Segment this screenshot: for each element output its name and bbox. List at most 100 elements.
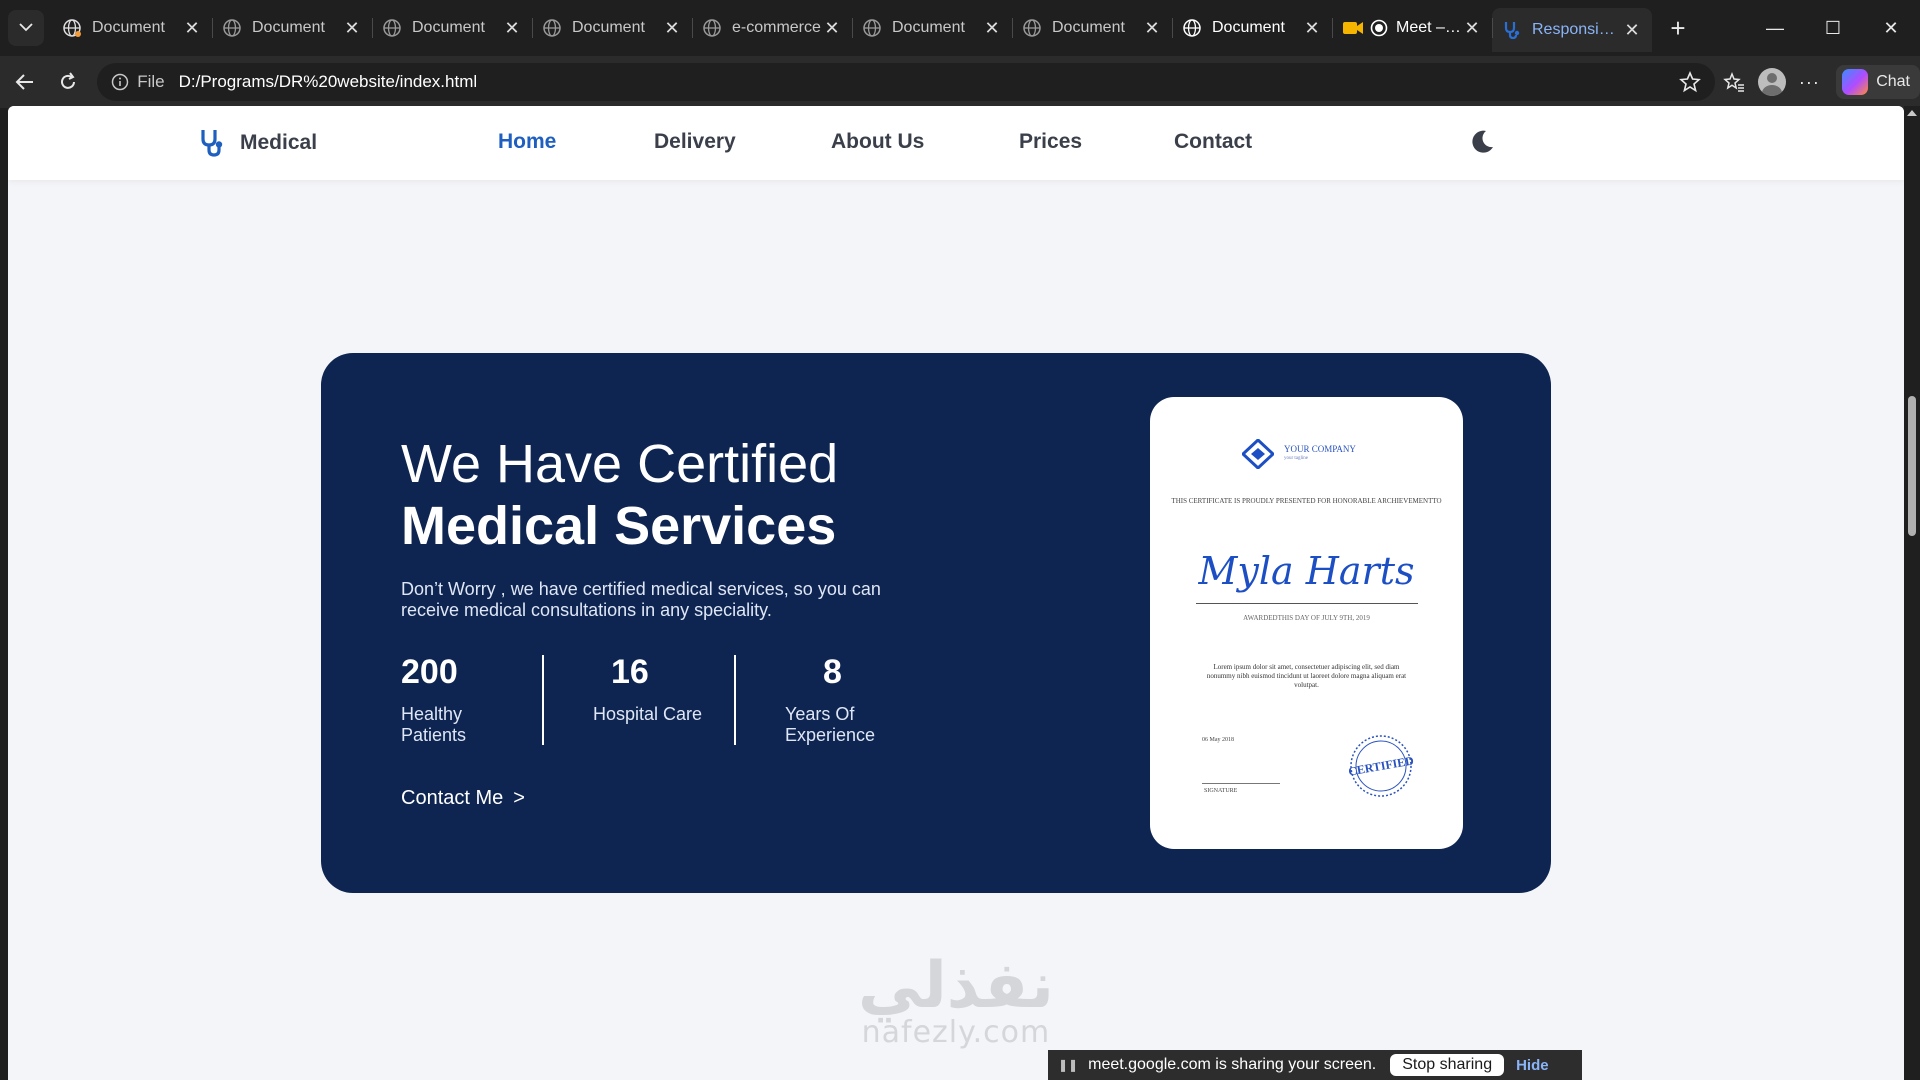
refresh-icon bbox=[61, 72, 76, 89]
close-icon[interactable]: ✕ bbox=[1302, 18, 1322, 39]
more-icon: ··· bbox=[1798, 71, 1820, 92]
signature-label: SIGNATURE bbox=[1204, 788, 1238, 794]
address-bar[interactable]: File D:/Programs/DR%20website/index.html bbox=[97, 63, 1716, 101]
scrollbar-thumb[interactable] bbox=[1908, 396, 1916, 536]
stat-label: Healthy Patients bbox=[401, 704, 467, 745]
url-text[interactable]: D:/Programs/DR%20website/index.html bbox=[179, 72, 478, 92]
tab-title: Responsive m bbox=[1532, 21, 1622, 38]
globe-icon bbox=[63, 19, 81, 37]
nav-prices[interactable]: Prices bbox=[1019, 130, 1082, 154]
share-message: meet.google.com is sharing your screen. bbox=[1088, 1056, 1377, 1073]
browser-tab-active[interactable]: Responsive m ✕ bbox=[1492, 8, 1652, 52]
browser-tab[interactable]: Document ✕ bbox=[532, 8, 692, 48]
company-logo-icon bbox=[1242, 439, 1274, 469]
tab-title: Meet – th bbox=[1396, 19, 1462, 36]
close-icon[interactable]: ✕ bbox=[182, 18, 202, 39]
page-viewport: Medical Home Delivery About Us Prices Co… bbox=[8, 106, 1904, 1080]
nav-delivery[interactable]: Delivery bbox=[654, 130, 736, 154]
chat-label: Chat bbox=[1876, 73, 1910, 90]
tab-list: Document ✕ Document ✕ Document ✕ Documen… bbox=[52, 6, 1652, 52]
globe-icon bbox=[223, 19, 241, 37]
hide-button[interactable]: Hide bbox=[1516, 1057, 1549, 1074]
browser-tab[interactable]: Document ✕ bbox=[372, 8, 532, 48]
screen-share-bar: ❚❚ meet.google.com is sharing your scree… bbox=[1048, 1050, 1582, 1080]
nav-about-us[interactable]: About Us bbox=[831, 130, 924, 154]
stop-sharing-button[interactable]: Stop sharing bbox=[1390, 1054, 1505, 1076]
camera-icon bbox=[1343, 22, 1363, 34]
close-icon[interactable]: ✕ bbox=[662, 18, 682, 39]
browser-tab-meet[interactable]: Meet – th ✕ bbox=[1332, 8, 1492, 48]
page-scrollbar[interactable] bbox=[1904, 106, 1920, 1080]
recording-icon bbox=[1370, 19, 1388, 37]
browser-tab[interactable]: e-commerce ✕ bbox=[692, 8, 852, 48]
stat-patients: 200 Healthy Patients bbox=[401, 653, 541, 746]
stat-label: Hospital Care bbox=[593, 704, 703, 724]
stat-label: Years Of Experience bbox=[785, 704, 876, 745]
site-logo[interactable]: Medical bbox=[198, 128, 317, 158]
new-tab-button[interactable]: + bbox=[1660, 13, 1696, 44]
globe-icon bbox=[1023, 19, 1041, 37]
certificate-company-logo: YOUR COMPANY your tagline bbox=[1242, 439, 1356, 469]
tab-title: Document bbox=[1212, 19, 1285, 36]
certificate-presented-text: THIS CERTIFICATE IS PROUDLY PRESENTED FO… bbox=[1171, 497, 1442, 505]
tab-title: e-commerce bbox=[732, 19, 821, 36]
browser-tab[interactable]: Document ✕ bbox=[1172, 8, 1332, 48]
close-icon[interactable]: ✕ bbox=[982, 18, 1002, 39]
minimize-icon[interactable]: — bbox=[1746, 18, 1804, 39]
certificate-company: YOUR COMPANY your tagline bbox=[1284, 444, 1356, 461]
close-icon[interactable]: ✕ bbox=[822, 18, 842, 39]
more-button[interactable]: ··· bbox=[1791, 62, 1829, 102]
watermark-latin: nafezly.com bbox=[861, 1015, 1051, 1050]
browser-tab[interactable]: Document ✕ bbox=[852, 8, 1012, 48]
favorites-button[interactable] bbox=[1715, 62, 1753, 102]
stat-divider bbox=[542, 655, 544, 745]
nav-home[interactable]: Home bbox=[498, 130, 556, 154]
globe-icon bbox=[703, 19, 721, 37]
maximize-icon[interactable]: ☐ bbox=[1804, 18, 1862, 39]
stat-hospital-care: 16 Hospital Care bbox=[593, 653, 733, 725]
hero-description: Don’t Worry , we have certified medical … bbox=[401, 579, 881, 620]
browser-toolbar: File D:/Programs/DR%20website/index.html… bbox=[0, 56, 1920, 108]
window-close-icon[interactable]: ✕ bbox=[1862, 18, 1920, 39]
chevron-right-icon: > bbox=[513, 787, 525, 809]
certificate-recipient-name: Myla Harts bbox=[1198, 549, 1415, 593]
tab-title: Document bbox=[252, 19, 325, 36]
scroll-up-icon[interactable] bbox=[1907, 110, 1917, 116]
profile-button[interactable] bbox=[1753, 62, 1791, 102]
stat-value: 16 bbox=[611, 653, 649, 691]
logo-text: Medical bbox=[240, 131, 318, 154]
tab-title: Document bbox=[1052, 19, 1125, 36]
browser-tab[interactable]: Document ✕ bbox=[52, 8, 212, 48]
info-icon[interactable] bbox=[111, 73, 129, 91]
nav-contact[interactable]: Contact bbox=[1174, 130, 1252, 154]
browser-tab[interactable]: Document ✕ bbox=[212, 8, 372, 48]
close-icon[interactable]: ✕ bbox=[1462, 18, 1482, 39]
browser-tab-strip: Document ✕ Document ✕ Document ✕ Documen… bbox=[0, 0, 1920, 56]
certified-services-card: We Have Certified Medical Services Don’t… bbox=[321, 353, 1551, 893]
watermark-arabic: نفذلي bbox=[858, 949, 1054, 1023]
browser-tab[interactable]: Document ✕ bbox=[1012, 8, 1172, 48]
stethoscope-icon bbox=[1504, 22, 1520, 40]
close-icon[interactable]: ✕ bbox=[502, 18, 522, 39]
close-icon[interactable]: ✕ bbox=[342, 18, 362, 39]
stat-divider bbox=[734, 655, 736, 745]
tab-actions-button[interactable] bbox=[8, 10, 44, 46]
back-button[interactable] bbox=[6, 62, 44, 102]
drag-handle-icon[interactable]: ❚❚ bbox=[1058, 1058, 1078, 1072]
nafezly-watermark: نفذلي nafezly.com bbox=[858, 951, 1054, 1050]
close-icon[interactable]: ✕ bbox=[1622, 20, 1642, 41]
certificate-date: 06 May 2018 bbox=[1202, 737, 1234, 743]
stethoscope-icon bbox=[201, 130, 223, 157]
reload-button[interactable] bbox=[50, 62, 88, 102]
window-controls: — ☐ ✕ bbox=[1746, 0, 1920, 56]
certified-stamp-icon: CERTIFIED bbox=[1348, 735, 1414, 797]
star-icon[interactable] bbox=[1679, 71, 1702, 93]
copilot-icon bbox=[1842, 69, 1869, 95]
contact-me-link[interactable]: Contact Me > bbox=[401, 787, 525, 810]
favorites-icon bbox=[1723, 71, 1745, 92]
globe-icon bbox=[383, 19, 401, 37]
copilot-chat-button[interactable]: Chat bbox=[1836, 65, 1920, 99]
close-icon[interactable]: ✕ bbox=[1142, 18, 1162, 39]
globe-icon bbox=[543, 19, 561, 37]
moon-icon[interactable] bbox=[1468, 128, 1496, 156]
